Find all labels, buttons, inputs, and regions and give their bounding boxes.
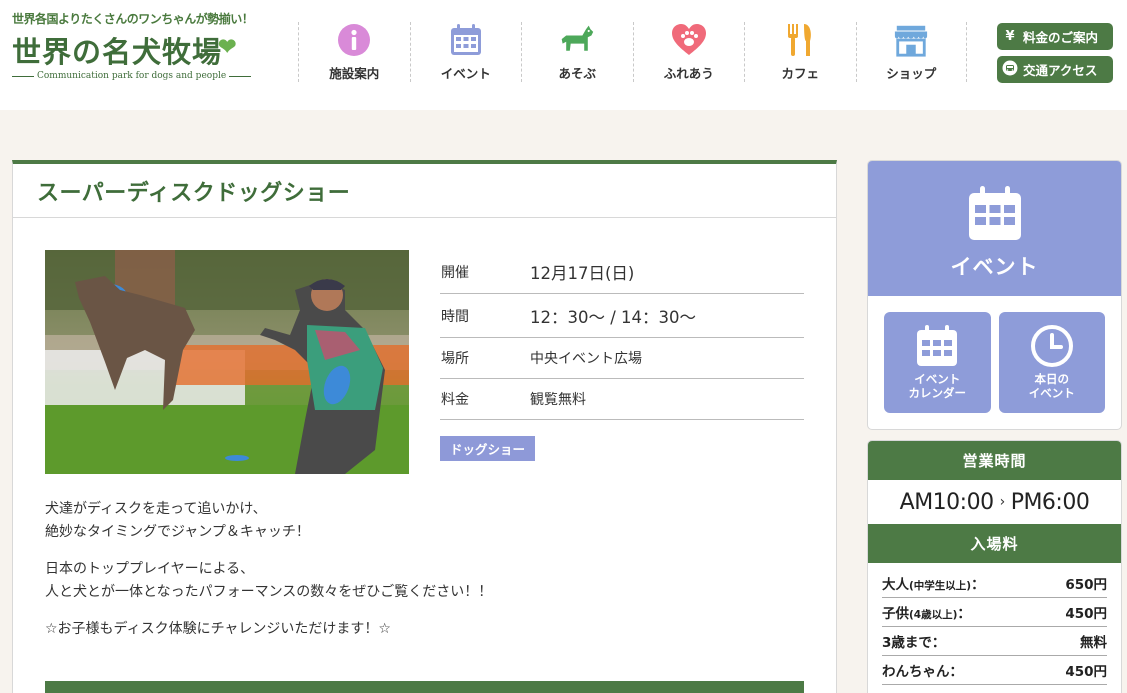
fees-button-label: 料金のご案内 xyxy=(1023,30,1099,45)
nav-item-play[interactable]: あそぶ xyxy=(521,22,633,82)
header-buttons: ¥ 料金のご案内 交通アクセス xyxy=(997,23,1113,89)
nav-item-shop[interactable]: ショップ xyxy=(855,22,967,82)
info-value: 12月17日(日) xyxy=(530,263,635,283)
fee-row: わんちゃん： 450円 xyxy=(882,656,1107,685)
heart-paw-icon xyxy=(671,22,707,58)
info-row-date: 開催 12月17日(日) xyxy=(440,250,804,294)
event-photo xyxy=(45,250,409,474)
desc-paragraph: 日本のトッププレイヤーによる、人と犬とが一体となったパフォーマンスの数々をぜひご… xyxy=(45,558,805,604)
section-heading xyxy=(45,681,804,693)
nav-label: ふれあう xyxy=(663,66,714,81)
fee-list: 大人(中学生以上)： 650円 子供(4歳以上)： 450円 3歳まで： 無料 … xyxy=(868,563,1121,685)
shop-icon xyxy=(893,22,929,58)
info-icon xyxy=(336,22,372,58)
main-nav: 施設案内 イベント あそぶ ふれあう カフェ ショップ xyxy=(298,22,967,82)
car-icon xyxy=(997,60,1023,80)
desc-line: 犬達がディスクを走って追いかけ、 xyxy=(45,501,267,517)
event-info: 開催 12月17日(日) 時間 12：30〜 / 14：30〜 場所 中央イベン… xyxy=(440,250,804,461)
nav-label: カフェ xyxy=(781,66,819,81)
info-row-fee: 料金 観覧無料 xyxy=(440,379,804,420)
event-detail-card: スーパーディスクドッグショー 開催 12月17日(日) 時間 12：30〜 / … xyxy=(12,160,837,693)
sidebar-event-card: イベント イベント カレンダー 本日の イベント xyxy=(867,160,1122,430)
logo-subtitle: Communication park for dogs and people xyxy=(12,71,292,81)
yen-icon: ¥ xyxy=(1005,29,1015,44)
calendar-icon xyxy=(448,22,484,58)
info-value: 12：30〜 / 14：30〜 xyxy=(530,307,697,327)
info-value: 観覧無料 xyxy=(530,392,586,408)
desc-line: 絶妙なタイミングでジャンプ＆キャッチ！ xyxy=(45,524,310,540)
nav-item-touch[interactable]: ふれあう xyxy=(632,22,745,82)
paw-icon: ❤ xyxy=(218,34,238,60)
hours-close: PM6:00 xyxy=(1010,489,1090,515)
access-button[interactable]: 交通アクセス xyxy=(997,56,1113,83)
nav-label: あそぶ xyxy=(558,66,596,81)
fee-label: わんちゃん： xyxy=(882,664,963,680)
sidebar-event-buttons: イベント カレンダー 本日の イベント xyxy=(868,296,1121,413)
sidebar-event-label: イベント xyxy=(950,255,1039,279)
sidebar-event-button[interactable]: イベント xyxy=(868,161,1121,296)
info-row-place: 場所 中央イベント広場 xyxy=(440,338,804,379)
desc-paragraph: ☆お子様もディスク体験にチャレンジいただけます！☆ xyxy=(45,618,805,641)
info-row-time: 時間 12：30〜 / 14：30〜 xyxy=(440,294,804,338)
nav-label: イベント xyxy=(440,66,491,81)
calendar-icon xyxy=(917,325,958,366)
nav-item-events[interactable]: イベント xyxy=(409,22,522,82)
dog-icon xyxy=(559,22,595,58)
hours-value: AM10:00 › PM6:00 xyxy=(868,480,1121,524)
info-value: 中央イベント広場 xyxy=(530,351,642,367)
logo-tagline: 世界各国よりたくさんのワンちゃんが勢揃い！ xyxy=(12,12,254,26)
logo-subtitle-text: Communication park for dogs and people xyxy=(37,71,227,81)
info-key: 開催 xyxy=(441,264,469,281)
logo-name: 世界の名犬牧場❤ xyxy=(12,29,292,71)
cutlery-icon xyxy=(782,22,818,58)
info-key: 料金 xyxy=(441,392,469,408)
hours-fees-card: 営業時間 AM10:00 › PM6:00 入場料 大人(中学生以上)： 650… xyxy=(867,440,1122,693)
access-button-label: 交通アクセス xyxy=(1023,63,1098,78)
nav-item-cafe[interactable]: カフェ xyxy=(744,22,856,82)
fee-label: 子供(4歳以上)： xyxy=(882,606,971,622)
hours-heading: 営業時間 xyxy=(868,441,1121,480)
site-header: 世界各国よりたくさんのワンちゃんが勢揃い！ 世界の名犬牧場❤ Communica… xyxy=(0,0,1127,110)
today-events-label: 本日の イベント xyxy=(1028,372,1075,400)
info-key: 場所 xyxy=(441,351,469,367)
desc-paragraph: 犬達がディスクを走って追いかけ、絶妙なタイミングでジャンプ＆キャッチ！ xyxy=(45,498,805,544)
event-title: スーパーディスクドッグショー xyxy=(13,164,836,218)
category-tag[interactable]: ドッグショー xyxy=(440,436,536,461)
fee-heading: 入場料 xyxy=(868,524,1121,563)
fees-button[interactable]: ¥ 料金のご案内 xyxy=(997,23,1113,50)
calendar-icon xyxy=(968,186,1021,240)
fee-label: 3歳まで： xyxy=(882,635,946,651)
event-calendar-label: イベント カレンダー xyxy=(908,372,967,400)
chevron-right-icon: › xyxy=(999,494,1006,510)
fee-label: 大人(中学生以上)： xyxy=(882,577,985,593)
site-logo[interactable]: 世界各国よりたくさんのワンちゃんが勢揃い！ 世界の名犬牧場❤ Communica… xyxy=(12,10,292,81)
fee-price: 無料 xyxy=(1080,635,1107,651)
fee-price: 650円 xyxy=(1065,577,1107,593)
event-calendar-button[interactable]: イベント カレンダー xyxy=(884,312,991,413)
nav-label: 施設案内 xyxy=(329,66,380,81)
desc-line: 人と犬とが一体となったパフォーマンスの数々をぜひご覧ください！！ xyxy=(45,584,493,600)
fee-price: 450円 xyxy=(1065,664,1107,680)
event-description: 犬達がディスクを走って追いかけ、絶妙なタイミングでジャンプ＆キャッチ！ 日本のト… xyxy=(45,498,805,655)
logo-name-text: 世界の名犬牧場 xyxy=(12,35,223,69)
hours-open: AM10:00 xyxy=(899,489,994,515)
desc-line: ☆お子様もディスク体験にチャレンジいただけます！☆ xyxy=(45,621,391,637)
nav-label: ショップ xyxy=(886,66,937,81)
fee-row: 3歳まで： 無料 xyxy=(882,627,1107,656)
nav-item-facility[interactable]: 施設案内 xyxy=(298,22,410,82)
fee-row: 子供(4歳以上)： 450円 xyxy=(882,598,1107,627)
desc-line: 日本のトッププレイヤーによる、 xyxy=(45,561,255,577)
today-events-button[interactable]: 本日の イベント xyxy=(998,312,1105,413)
fee-price: 450円 xyxy=(1065,606,1107,622)
fee-row: 大人(中学生以上)： 650円 xyxy=(882,569,1107,598)
clock-icon xyxy=(1030,325,1073,367)
info-key: 時間 xyxy=(441,308,469,325)
